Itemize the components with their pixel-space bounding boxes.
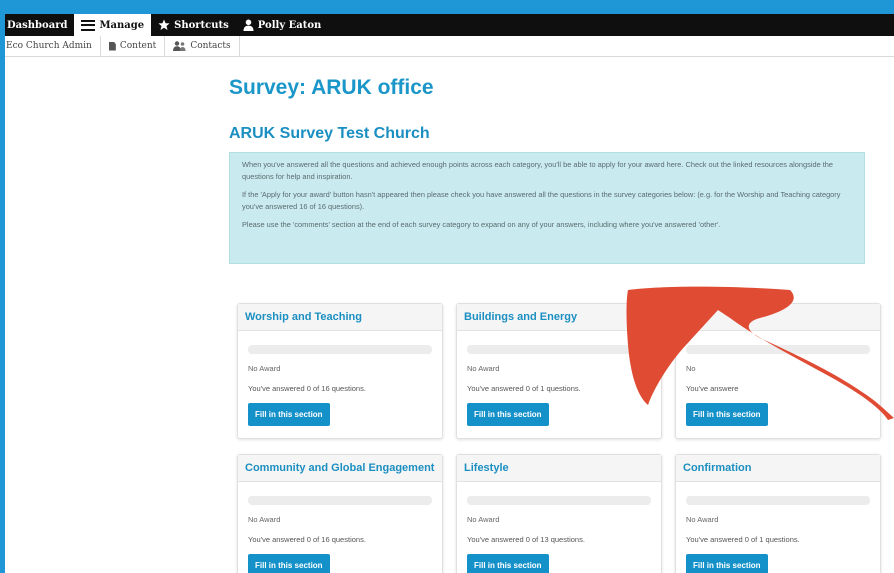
fill-section-button[interactable]: Fill in this section [686,403,768,426]
questions-answered: You've answered 0 of 13 questions. [467,535,585,544]
toolbar-shortcuts[interactable]: Shortcuts [151,14,236,36]
award-status: No Award [686,515,719,524]
document-icon [108,41,116,51]
fill-section-button[interactable]: Fill in this section [248,403,330,426]
toolbar-user[interactable]: Polly Eaton [236,14,328,36]
eco-church-admin-label: Eco Church Admin [6,41,92,51]
survey-card-buildings: Buildings and Energy No Award You've ans… [456,303,662,439]
fill-section-button[interactable]: Fill in this section [686,554,768,573]
card-title: Buildings and Energy [457,304,661,331]
tray-eco-church-admin[interactable]: Eco Church Admin [5,36,101,56]
questions-answered: You've answered 0 of 16 questions. [248,535,366,544]
fill-section-button[interactable]: Fill in this section [467,403,549,426]
progress-bar [686,345,870,354]
toolbar-dashboard[interactable]: Dashboard [5,14,74,36]
progress-bar [467,496,651,505]
tray-content[interactable]: Content [101,36,166,56]
survey-card-hidden: No You've answere Fill in this section [675,303,881,439]
survey-card-community: Community and Global Engagement No Award… [237,454,443,573]
tray-contacts[interactable]: Contacts [165,36,240,56]
progress-bar [248,496,432,505]
manage-label: Manage [99,19,145,31]
award-status: No [686,364,696,373]
page-title: Survey: ARUK office [229,76,434,99]
contacts-label: Contacts [190,41,231,51]
church-title: ARUK Survey Test Church [229,125,430,142]
info-paragraph: Please use the 'comments' section at the… [242,220,721,229]
info-box: When you've answered all the questions a… [229,152,865,264]
user-label: Polly Eaton [257,19,322,31]
star-icon [158,19,170,30]
progress-bar [248,345,432,354]
people-icon [173,41,186,51]
shortcuts-label: Shortcuts [174,19,229,31]
fill-section-button[interactable]: Fill in this section [248,554,330,573]
card-title: Confirmation [676,455,880,482]
info-paragraph: When you've answered all the questions a… [242,160,834,181]
info-paragraph: If the 'Apply for your award' button has… [242,190,841,211]
toolbar-tray: Eco Church Admin Content Contacts [5,36,894,57]
fill-section-button[interactable]: Fill in this section [467,554,549,573]
survey-card-lifestyle: Lifestyle No Award You've answered 0 of … [456,454,662,573]
person-icon [243,19,254,31]
card-title: Worship and Teaching [238,304,442,331]
questions-answered: You've answered 0 of 16 questions. [248,384,366,393]
survey-card-confirmation: Confirmation No Award You've answered 0 … [675,454,881,573]
survey-card-worship: Worship and Teaching No Award You've ans… [237,303,443,439]
card-title: Lifestyle [457,455,661,482]
questions-answered: You've answered 0 of 1 questions. [686,535,800,544]
toolbar-manage[interactable]: Manage [74,14,152,36]
card-title [676,304,880,331]
admin-toolbar: Dashboard Manage Shortcuts Polly Eaton [5,14,894,36]
award-status: No Award [248,515,281,524]
browser-frame: Dashboard Manage Shortcuts Polly Eaton E… [5,14,894,573]
progress-bar [686,496,870,505]
dashboard-label: Dashboard [7,19,68,31]
award-status: No Award [467,364,500,373]
award-status: No Award [248,364,281,373]
progress-bar [467,345,651,354]
hamburger-icon [81,19,96,31]
questions-answered: You've answere [686,384,739,393]
content-label: Content [119,41,157,51]
questions-answered: You've answered 0 of 1 questions. [467,384,581,393]
award-status: No Award [467,515,500,524]
card-title: Community and Global Engagement [238,455,442,482]
